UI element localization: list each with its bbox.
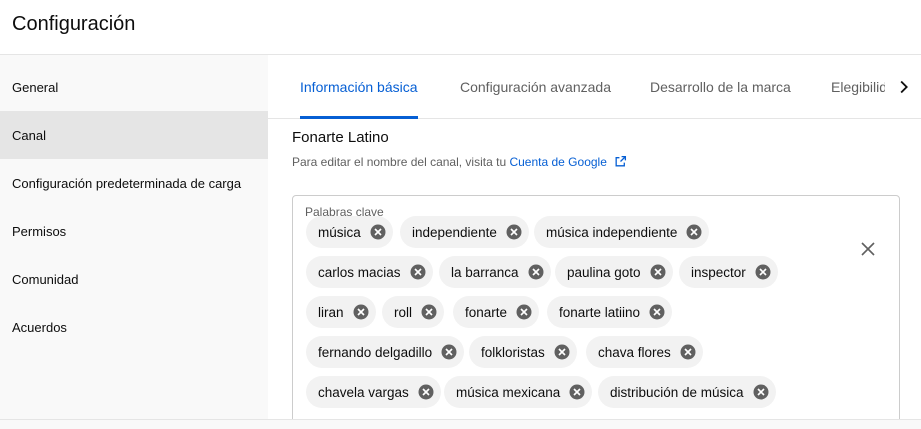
edit-note-text: Para editar el nombre del canal, visita … bbox=[292, 155, 507, 169]
keyword-chip: fernando delgadillo bbox=[306, 336, 465, 368]
keyword-chip-label: chavela vargas bbox=[318, 384, 409, 400]
remove-chip-icon[interactable] bbox=[553, 343, 571, 361]
sidebar-item-label: Canal bbox=[12, 127, 46, 143]
sidebar-item-acuerdos[interactable]: Acuerdos bbox=[0, 303, 268, 351]
remove-chip-icon[interactable] bbox=[417, 383, 435, 401]
keyword-chip: música independiente bbox=[534, 216, 710, 248]
keyword-chip-label: carlos macias bbox=[318, 264, 401, 280]
tab-branding[interactable]: Desarrollo de la marca bbox=[650, 55, 791, 118]
keyword-chip: chavela vargas bbox=[306, 376, 441, 408]
keyword-chip-label: folkloristas bbox=[481, 344, 545, 360]
sidebar-item-label: Comunidad bbox=[12, 271, 79, 287]
sidebar-item-label: Configuración predeterminada de carga bbox=[12, 175, 242, 191]
tab-label: Desarrollo de la marca bbox=[650, 78, 791, 95]
keyword-chip-label: distribución de música bbox=[610, 384, 744, 400]
tab-basic-info[interactable]: Información básica bbox=[300, 55, 418, 119]
remove-chip-icon[interactable] bbox=[515, 303, 533, 321]
remove-chip-icon[interactable] bbox=[754, 263, 772, 281]
keyword-chip: liran bbox=[306, 296, 376, 328]
channel-settings-panel: Información básica Configuración avanzad… bbox=[268, 55, 921, 419]
keyword-chip: carlos macias bbox=[306, 256, 433, 288]
keyword-chip: la barranca bbox=[439, 256, 551, 288]
keyword-chip: fonarte bbox=[453, 296, 540, 328]
sidebar-item-label: General bbox=[12, 79, 59, 95]
keyword-chip: fonarte latiino bbox=[547, 296, 673, 328]
chevron-right-icon[interactable] bbox=[894, 77, 914, 97]
sidebar-item-canal[interactable]: Canal bbox=[0, 111, 268, 159]
remove-chip-icon[interactable] bbox=[685, 223, 703, 241]
keyword-chip: folkloristas bbox=[469, 336, 577, 368]
remove-chip-icon[interactable] bbox=[505, 223, 523, 241]
keyword-chip-label: liran bbox=[318, 304, 344, 320]
bottom-bar bbox=[0, 419, 921, 429]
remove-chip-icon[interactable] bbox=[649, 263, 667, 281]
keyword-chip-label: música mexicana bbox=[456, 384, 561, 400]
keyword-chip-label: chava flores bbox=[598, 344, 671, 360]
channel-name: Fonarte Latino bbox=[292, 129, 389, 146]
tab-bar: Información básica Configuración avanzad… bbox=[268, 55, 921, 119]
remove-chip-icon[interactable] bbox=[409, 263, 427, 281]
tab-advanced-settings[interactable]: Configuración avanzada bbox=[460, 55, 611, 118]
tab-label: Información básica bbox=[300, 78, 418, 95]
sidebar-item-comunidad[interactable]: Comunidad bbox=[0, 255, 268, 303]
keyword-chip-label: fonarte bbox=[465, 304, 508, 320]
sidebar-item-upload-defaults[interactable]: Configuración predeterminada de carga bbox=[0, 159, 268, 207]
keyword-chip: inspector bbox=[679, 256, 778, 288]
remove-chip-icon[interactable] bbox=[369, 223, 387, 241]
remove-chip-icon[interactable] bbox=[568, 383, 586, 401]
keyword-chip: distribución de música bbox=[598, 376, 776, 408]
keyword-chip-label: música bbox=[318, 224, 361, 240]
edit-name-note: Para editar el nombre del canal, visita … bbox=[292, 155, 627, 169]
keyword-chip: roll bbox=[382, 296, 445, 328]
keyword-chip-label: fonarte latiino bbox=[559, 304, 641, 320]
sidebar-item-general[interactable]: General bbox=[0, 63, 268, 111]
keyword-chip-label: música independiente bbox=[546, 224, 678, 240]
keyword-chip-label: inspector bbox=[691, 264, 746, 280]
remove-chip-icon[interactable] bbox=[648, 303, 666, 321]
keyword-chip: música mexicana bbox=[444, 376, 593, 408]
keyword-chip-label: la barranca bbox=[451, 264, 519, 280]
keywords-field[interactable]: Palabras clave música independiente música… bbox=[292, 195, 900, 419]
keyword-chip-label: independiente bbox=[412, 224, 497, 240]
keyword-chip: chava flores bbox=[586, 336, 703, 368]
app-header: Configuración bbox=[0, 0, 921, 55]
remove-chip-icon[interactable] bbox=[752, 383, 770, 401]
remove-chip-icon[interactable] bbox=[527, 263, 545, 281]
remove-chip-icon[interactable] bbox=[352, 303, 370, 321]
keyword-chip: música bbox=[306, 216, 393, 248]
remove-chip-icon[interactable] bbox=[440, 343, 458, 361]
google-account-link[interactable]: Cuenta de Google bbox=[509, 155, 606, 169]
tab-label: Elegibilidad bbox=[831, 78, 885, 95]
keyword-chip-label: paulina goto bbox=[567, 264, 641, 280]
remove-chip-icon[interactable] bbox=[679, 343, 697, 361]
keyword-chip-label: roll bbox=[394, 304, 413, 320]
settings-sidebar: General Canal Configuración predetermina… bbox=[0, 55, 268, 419]
sidebar-item-permisos[interactable]: Permisos bbox=[0, 207, 268, 255]
keyword-chip: independiente bbox=[400, 216, 529, 248]
tab-label: Configuración avanzada bbox=[460, 78, 611, 95]
remove-chip-icon[interactable] bbox=[420, 303, 438, 321]
keyword-chip-label: fernando delgadillo bbox=[318, 344, 433, 360]
open-in-new-icon[interactable] bbox=[614, 155, 627, 168]
page-title: Configuración bbox=[12, 13, 136, 35]
close-icon[interactable] bbox=[859, 240, 877, 258]
sidebar-item-label: Permisos bbox=[12, 223, 67, 239]
keyword-chip: paulina goto bbox=[555, 256, 673, 288]
tab-eligibility[interactable]: Elegibilidad bbox=[831, 55, 885, 118]
sidebar-item-label: Acuerdos bbox=[12, 319, 67, 335]
